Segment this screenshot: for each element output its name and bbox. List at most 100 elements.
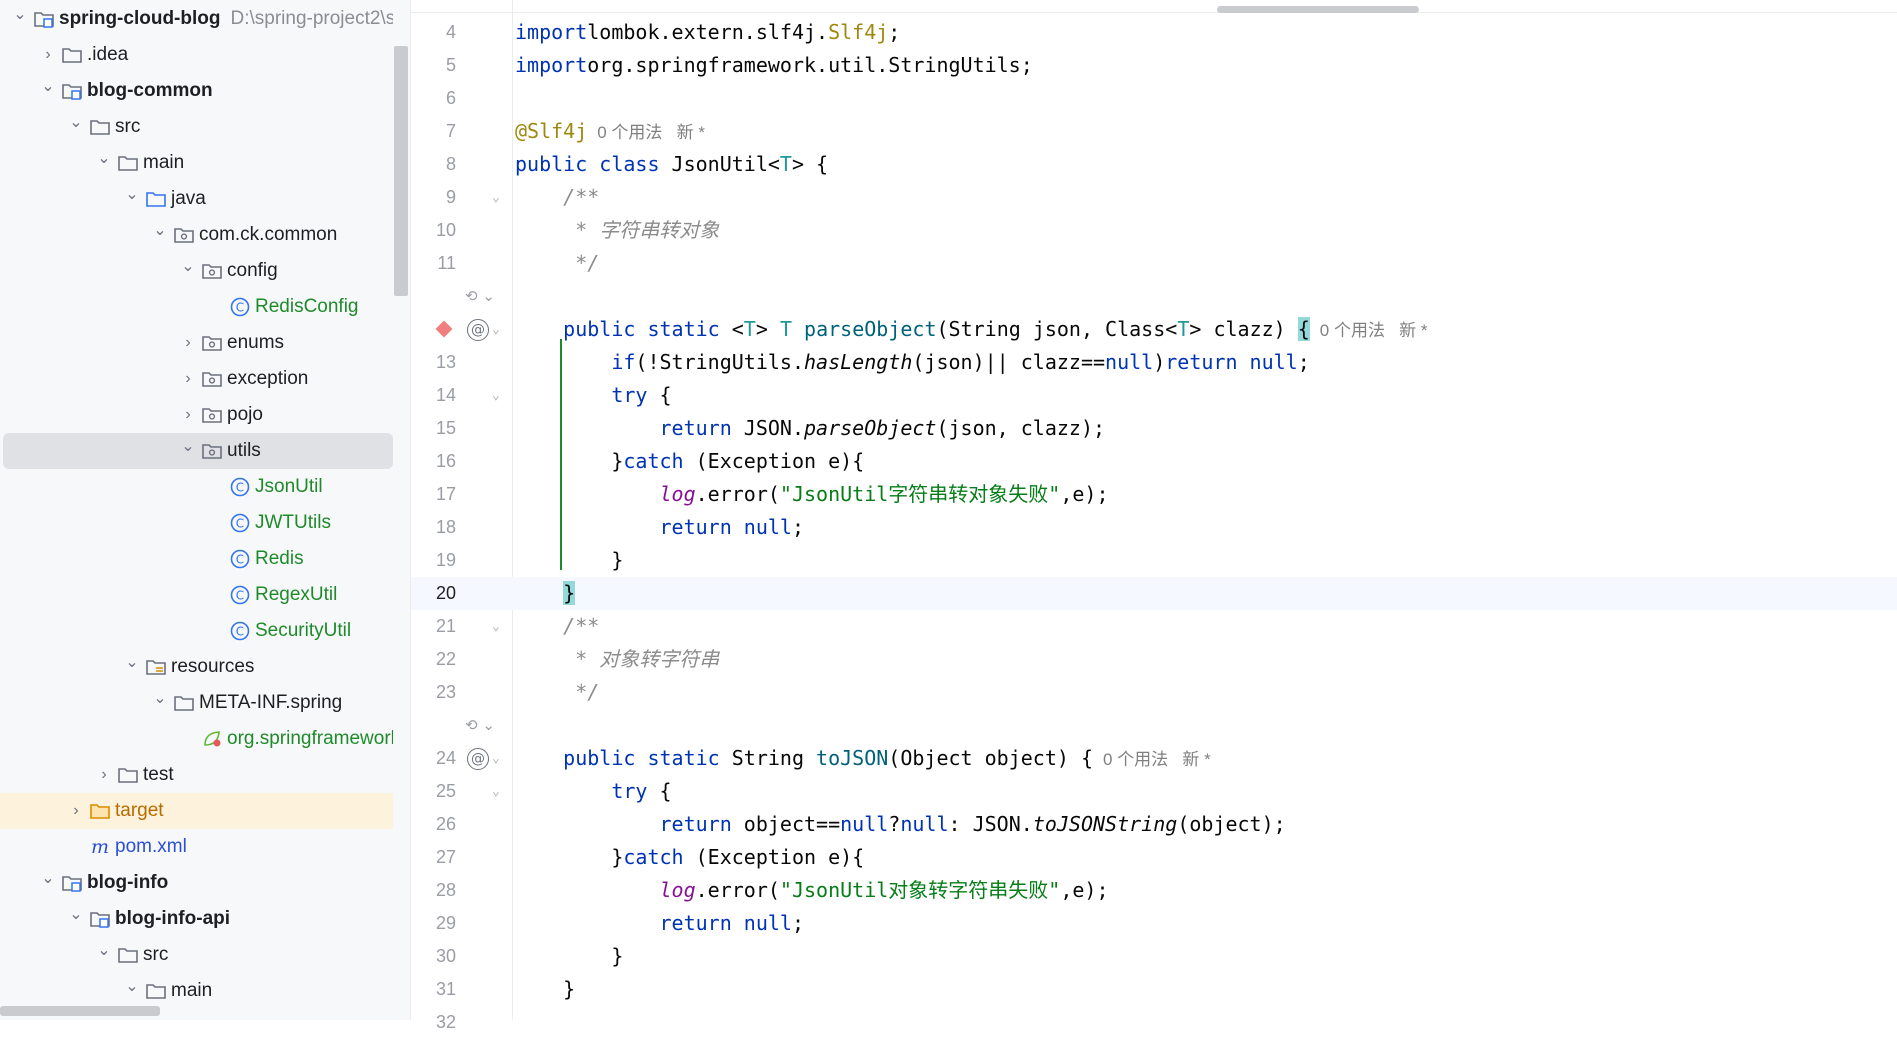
- code-line[interactable]: 30 }: [411, 940, 1897, 973]
- tree-item-utils[interactable]: ⌄ utils: [3, 433, 393, 469]
- tree-item-main[interactable]: ⌄ main: [3, 145, 393, 181]
- code-line[interactable]: 22 * 对象转字符串: [411, 643, 1897, 676]
- chevron-down-icon[interactable]: ⌄: [179, 433, 197, 469]
- line-number[interactable]: 10: [411, 214, 456, 247]
- code-line[interactable]: ⟲ ⌄: [411, 709, 1897, 742]
- line-number[interactable]: 15: [411, 412, 456, 445]
- fold-icon[interactable]: ⌄: [492, 742, 500, 775]
- code-line[interactable]: 6: [411, 82, 1897, 115]
- code-line[interactable]: 25 ⌄ try {: [411, 775, 1897, 808]
- editor-horizontal-scroll-thumb[interactable]: [1217, 6, 1419, 13]
- code-line[interactable]: 32: [411, 1006, 1897, 1039]
- chevron-down-icon[interactable]: ⌄: [11, 1, 29, 37]
- code-line[interactable]: 29 return null;: [411, 907, 1897, 940]
- tree-item-blog-common[interactable]: ⌄ blog-common: [3, 73, 393, 109]
- line-number[interactable]: 8: [411, 148, 456, 181]
- code-line[interactable]: 4 importlombok.extern.slf4j.Slf4j;: [411, 16, 1897, 49]
- line-number[interactable]: 5: [411, 49, 456, 82]
- line-number[interactable]: 24: [411, 742, 456, 775]
- line-number[interactable]: 19: [411, 544, 456, 577]
- line-number[interactable]: 9: [411, 181, 456, 214]
- code-line[interactable]: 9 ⌄ /**: [411, 181, 1897, 214]
- fold-icon[interactable]: ⌄: [492, 313, 500, 346]
- tree-item-redis[interactable]: C Redis: [3, 541, 393, 577]
- chevron-down-icon[interactable]: ⌄: [67, 901, 85, 937]
- chevron-down-icon[interactable]: ⌄: [95, 145, 113, 181]
- code-line[interactable]: ⌄ @ public static <T> T parseObject(Strin…: [411, 313, 1897, 346]
- tree-item-securityutil[interactable]: C SecurityUtil: [3, 613, 393, 649]
- tree-item-enums[interactable]: › enums: [3, 325, 393, 361]
- line-number[interactable]: 11: [411, 247, 456, 280]
- code-line[interactable]: 18 return null;: [411, 511, 1897, 544]
- chevron-down-icon[interactable]: ⌄: [123, 181, 141, 217]
- tree-item-blog-info-api[interactable]: ⌄ blog-info-api: [3, 901, 393, 937]
- line-number[interactable]: 20: [411, 577, 456, 610]
- line-number[interactable]: 4: [411, 16, 456, 49]
- tree-item-jwtutils[interactable]: C JWTUtils: [3, 505, 393, 541]
- tree-item-test[interactable]: › test: [3, 757, 393, 793]
- tree-item-src[interactable]: ⌄ src: [3, 109, 393, 145]
- chevron-down-icon[interactable]: ⌄: [39, 865, 57, 901]
- chevron-down-icon[interactable]: ⌄: [151, 217, 169, 253]
- tree-item-blog-info[interactable]: ⌄ blog-info: [3, 865, 393, 901]
- line-number[interactable]: 14: [411, 379, 456, 412]
- code-line[interactable]: 17 log.error("JsonUtil字符串转对象失败",e);: [411, 478, 1897, 511]
- tree-item-org-springframework[interactable]: org.springframework: [3, 721, 400, 757]
- line-number[interactable]: 13: [411, 346, 456, 379]
- line-number[interactable]: 25: [411, 775, 456, 808]
- tree-item-regexutil[interactable]: C RegexUtil: [3, 577, 393, 613]
- code-line[interactable]: 24 ⌄ @ public static String toJSON(Object …: [411, 742, 1897, 775]
- tree-item-pom-xml[interactable]: m pom.xml: [3, 829, 393, 865]
- line-number[interactable]: 21: [411, 610, 456, 643]
- tree-item-config[interactable]: ⌄ config: [3, 253, 393, 289]
- usages-inlay-hint[interactable]: 0 个用法 新 *: [1103, 750, 1211, 769]
- chevron-down-icon[interactable]: ⌄: [39, 73, 57, 109]
- breakpoint-icon[interactable]: [435, 320, 453, 338]
- usages-inlay-hint[interactable]: 0 个用法 新 *: [597, 123, 705, 142]
- chevron-right-icon[interactable]: ›: [95, 757, 113, 793]
- line-number[interactable]: 28: [411, 874, 456, 907]
- code-line[interactable]: 20 }: [411, 577, 1897, 610]
- chevron-right-icon[interactable]: ›: [179, 361, 197, 397]
- tree-item-target[interactable]: › target: [0, 793, 411, 829]
- tree-horizontal-scroll-thumb[interactable]: [0, 1006, 160, 1016]
- tree-item-redisconfig[interactable]: C RedisConfig: [3, 289, 393, 325]
- code-line[interactable]: 14 ⌄ try {: [411, 379, 1897, 412]
- tree-item-exception[interactable]: › exception: [3, 361, 393, 397]
- tree-item-jsonutil[interactable]: C JsonUtil: [3, 469, 393, 505]
- code-line[interactable]: 7 @Slf4j 0 个用法 新 *: [411, 115, 1897, 148]
- tree-item-pojo[interactable]: › pojo: [3, 397, 393, 433]
- tree-item-src[interactable]: ⌄ src: [3, 937, 393, 973]
- tree-vertical-scroll-thumb[interactable]: [394, 46, 408, 296]
- tree-item-java[interactable]: ⌄ java: [3, 181, 393, 217]
- line-number[interactable]: 23: [411, 676, 456, 709]
- code-line[interactable]: 31 }: [411, 973, 1897, 1006]
- line-number[interactable]: 18: [411, 511, 456, 544]
- code-line[interactable]: 13 if(!StringUtils.hasLength(json)|| cla…: [411, 346, 1897, 379]
- code-line[interactable]: 19 }: [411, 544, 1897, 577]
- chevron-down-icon[interactable]: ⌄: [95, 937, 113, 973]
- code-line[interactable]: ⟲ ⌄: [411, 280, 1897, 313]
- tree-item-meta-inf-spring[interactable]: ⌄ META-INF.spring: [3, 685, 393, 721]
- code-line[interactable]: 28 log.error("JsonUtil对象转字符串失败",e);: [411, 874, 1897, 907]
- fold-icon[interactable]: ⌄: [492, 181, 500, 214]
- line-number[interactable]: 31: [411, 973, 456, 1006]
- chevron-down-icon[interactable]: ⌄: [123, 649, 141, 685]
- chevron-right-icon[interactable]: ›: [67, 793, 85, 829]
- code-line[interactable]: 26 return object==null?null: JSON.toJSON…: [411, 808, 1897, 841]
- code-line[interactable]: 11 */: [411, 247, 1897, 280]
- tree-item-com-ck-common[interactable]: ⌄ com.ck.common: [3, 217, 393, 253]
- fold-icon[interactable]: ⌄: [492, 610, 500, 643]
- inlay-hint-icon[interactable]: ⟲ ⌄: [465, 709, 495, 742]
- tree-item-spring-cloud-blog[interactable]: ⌄ spring-cloud-blog D:\spring-project2\s: [3, 1, 395, 37]
- code-line[interactable]: 10 * 字符串转对象: [411, 214, 1897, 247]
- code-line[interactable]: 27 }catch (Exception e){: [411, 841, 1897, 874]
- chevron-down-icon[interactable]: ⌄: [67, 109, 85, 145]
- line-number[interactable]: 6: [411, 82, 456, 115]
- inlay-hint-icon[interactable]: ⟲ ⌄: [465, 280, 495, 313]
- fold-icon[interactable]: ⌄: [492, 379, 500, 412]
- line-number[interactable]: 29: [411, 907, 456, 940]
- annotation-gutter-icon[interactable]: @: [467, 319, 489, 341]
- chevron-down-icon[interactable]: ⌄: [179, 253, 197, 289]
- code-line[interactable]: 21 ⌄ /**: [411, 610, 1897, 643]
